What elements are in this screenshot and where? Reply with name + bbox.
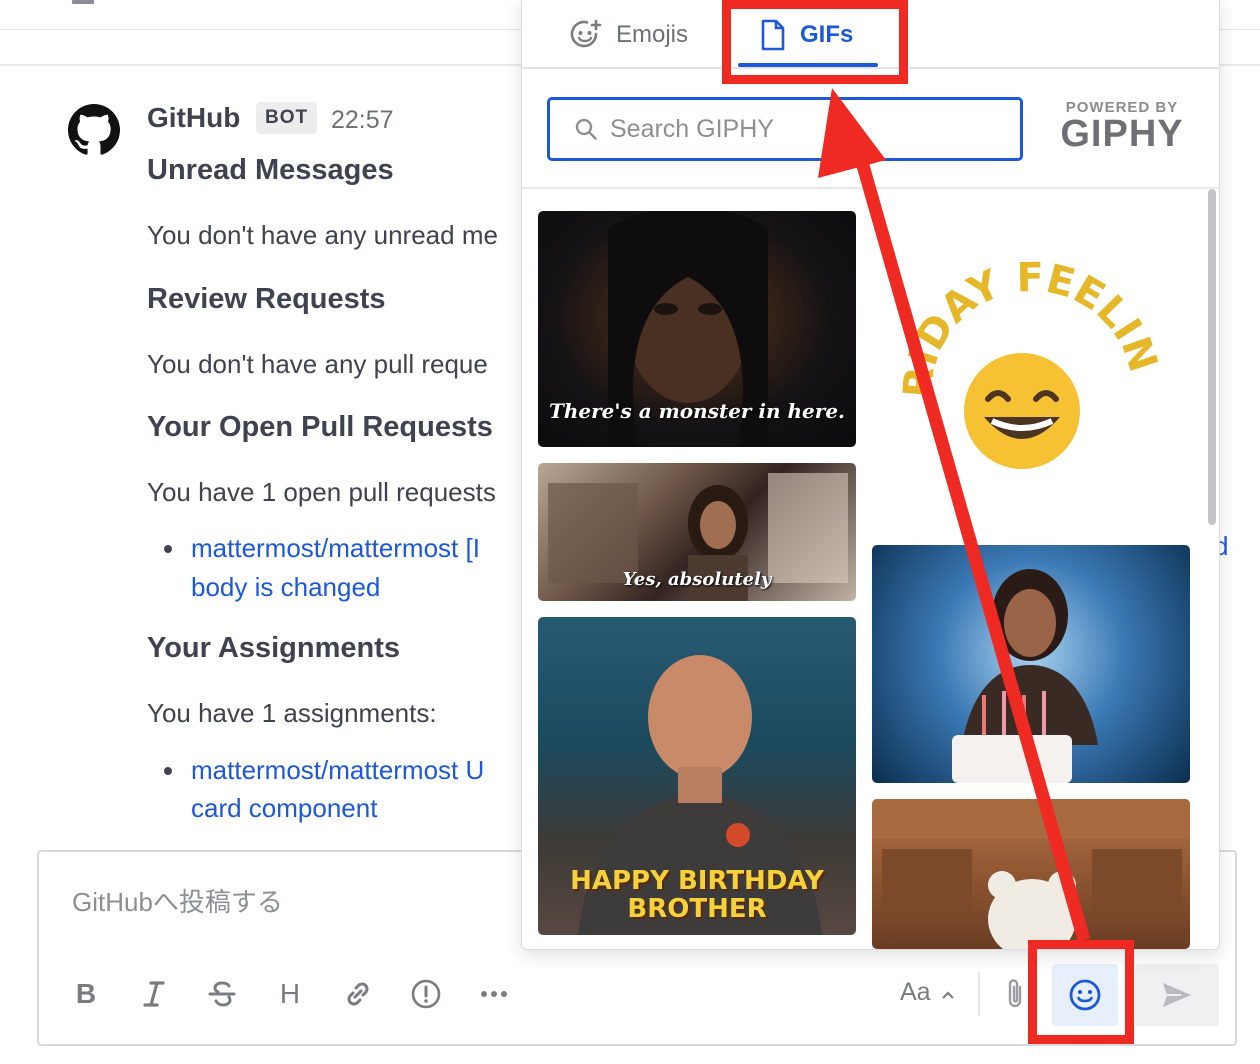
- annotation-arrow: [818, 88, 1091, 942]
- screen: GitHub BOT 22:57 Unread Messages You don…: [0, 0, 1260, 1064]
